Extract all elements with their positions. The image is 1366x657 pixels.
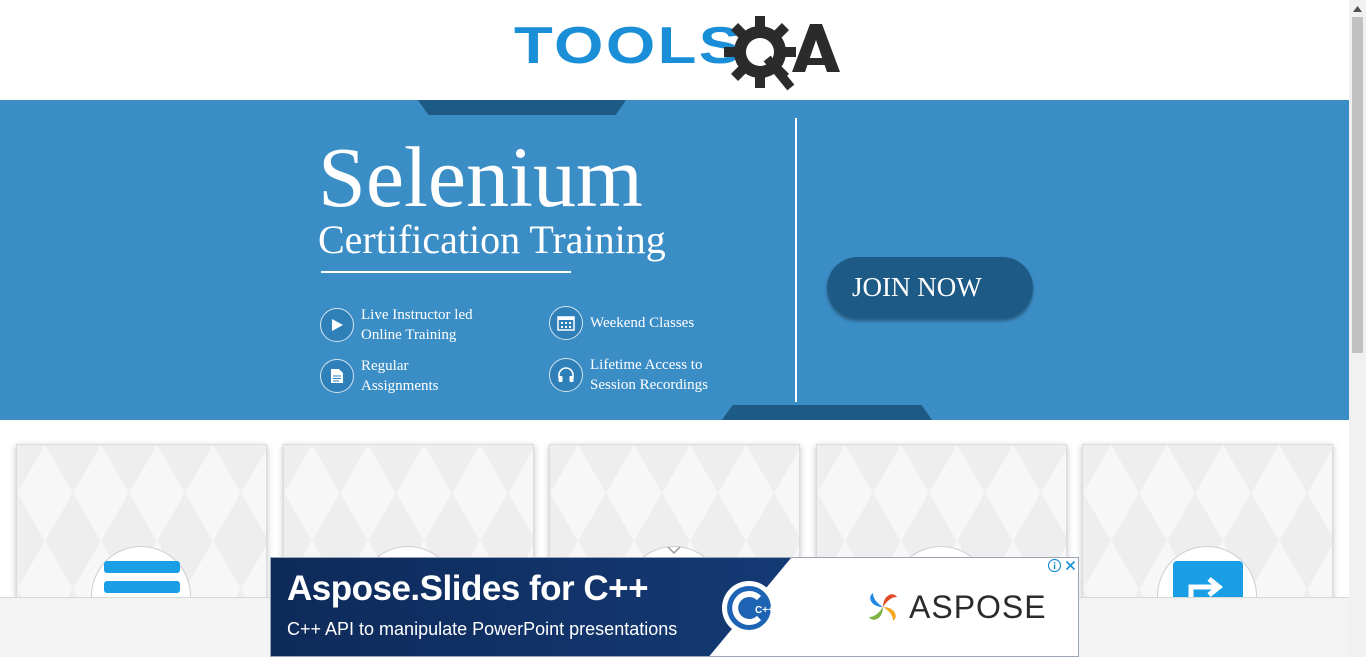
ad-info-icon[interactable]: [1047, 558, 1062, 573]
logo-text: TOOLS: [514, 17, 744, 75]
chevron-down-icon: [667, 546, 681, 555]
document-icon: [320, 359, 354, 393]
ad-subtitle: C++ API to manipulate PowerPoint present…: [287, 619, 678, 639]
aspose-logo-icon: [869, 593, 897, 621]
banner-tab-decoration: [418, 100, 626, 115]
banner-subtitle: Certification Training: [318, 217, 666, 262]
feature-label: Regular Assignments: [361, 358, 439, 394]
aspose-brand-text: ASPOSE: [909, 588, 1047, 625]
aspose-advertisement[interactable]: Aspose.Slides for C++ C++ API to manipul…: [270, 557, 1079, 657]
feature-live-training: Live Instructor led Online Training: [320, 305, 473, 345]
calendar-icon: [549, 306, 583, 340]
banner-title: Selenium: [318, 129, 643, 225]
ad-close-icon[interactable]: [1063, 558, 1078, 573]
feature-lifetime-access: Lifetime Access to Session Recordings: [549, 355, 708, 395]
play-icon: [320, 308, 354, 342]
cpp-logo-icon: C++: [722, 581, 776, 635]
feature-weekend-classes: Weekend Classes: [549, 306, 694, 340]
logo-gear-qa-icon: [724, 16, 840, 91]
page-scrollbar[interactable]: [1349, 0, 1366, 657]
feature-label: Lifetime Access to Session Recordings: [590, 357, 708, 393]
feature-label: Live Instructor led Online Training: [361, 307, 473, 343]
banner-divider: [795, 118, 797, 402]
site-header: TOOLS: [0, 0, 1349, 100]
cpp-badge-text: C++: [755, 605, 774, 616]
feature-label: Weekend Classes: [590, 315, 695, 331]
ad-title: Aspose.Slides for C++: [287, 569, 649, 608]
aspose-brand: ASPOSE: [863, 586, 1047, 628]
scrollbar-thumb[interactable]: [1352, 17, 1363, 353]
headphones-icon: [549, 358, 583, 392]
selenium-training-banner[interactable]: Selenium Certification Training Live Ins…: [0, 100, 1349, 420]
join-now-button[interactable]: JOIN NOW: [827, 257, 1033, 318]
banner-underline: [321, 271, 571, 273]
menu-bars-icon: [104, 561, 180, 601]
toolsqa-logo[interactable]: TOOLS: [514, 14, 840, 92]
scroll-up-icon[interactable]: [1349, 0, 1366, 17]
feature-regular-assignments: Regular Assignments: [320, 356, 439, 396]
banner-tab-decoration: [722, 405, 932, 420]
